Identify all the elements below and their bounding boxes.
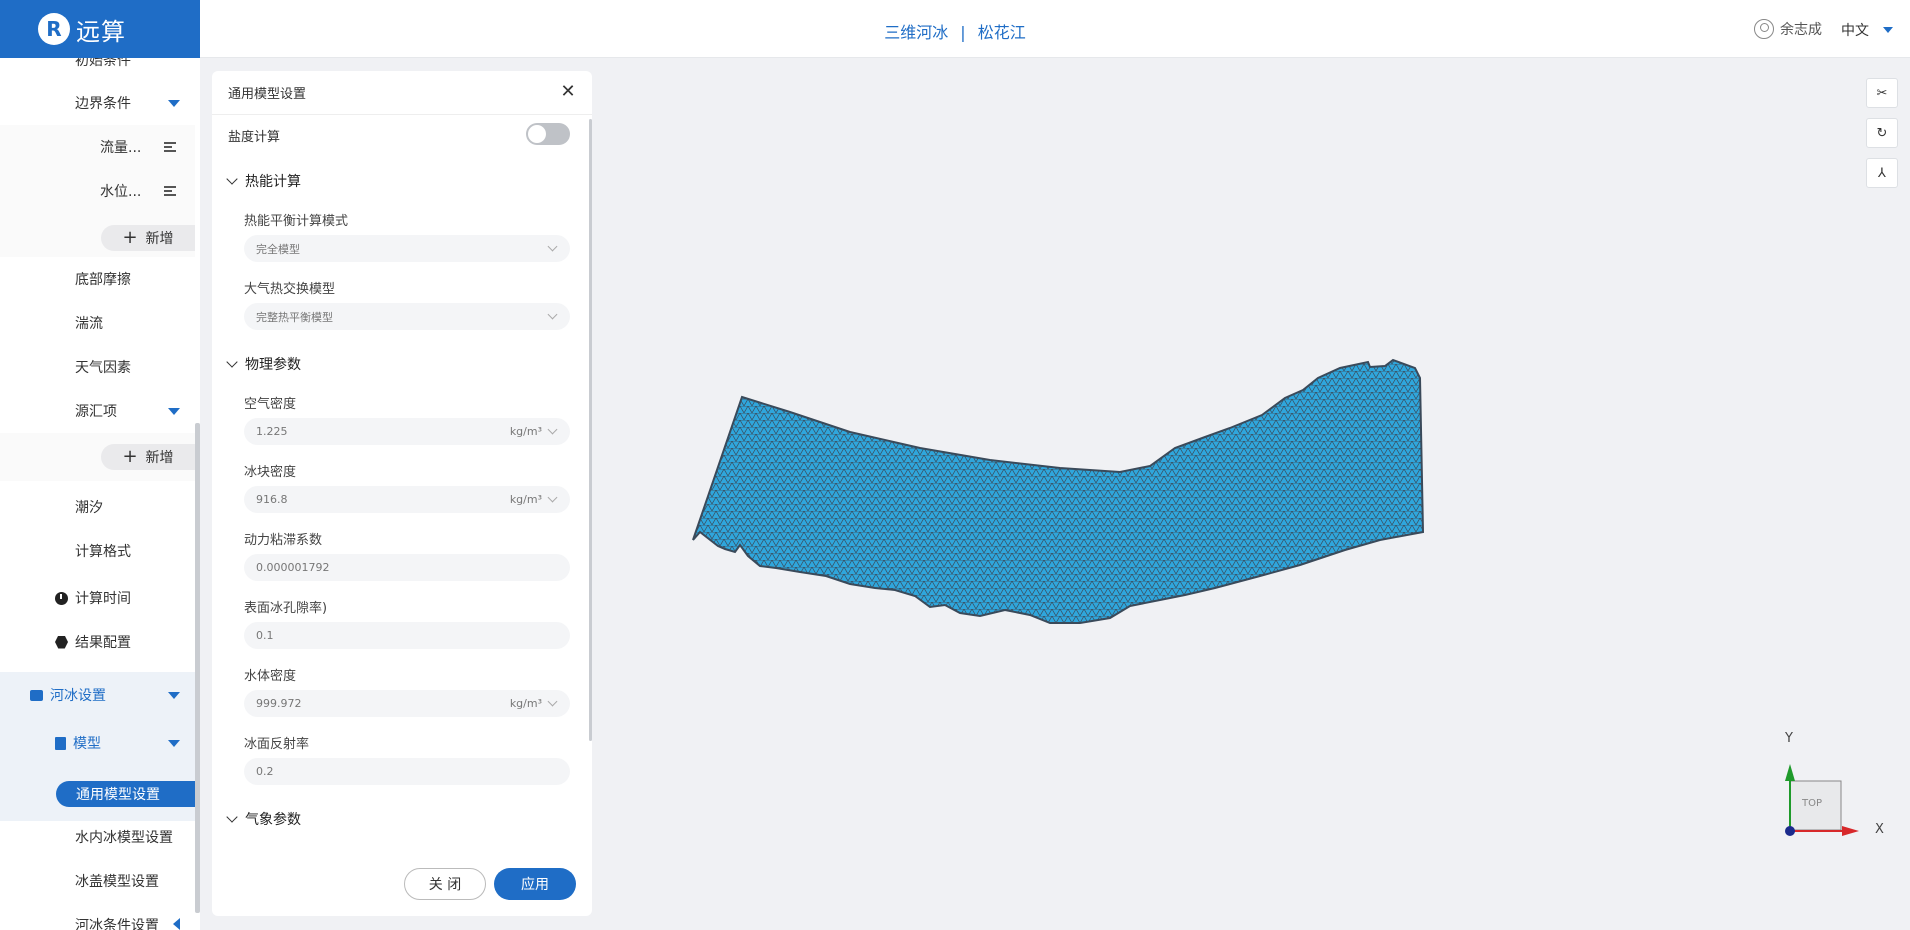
x-axis-arrow [1842,826,1859,836]
y-axis-arrow [1785,764,1795,781]
view-cube-label: TOP [1802,798,1823,809]
y-axis-label: Y [1785,731,1793,746]
x-axis-label: X [1875,822,1884,837]
axis-gizmo [1785,764,1859,836]
z-axis-origin [1785,826,1795,836]
